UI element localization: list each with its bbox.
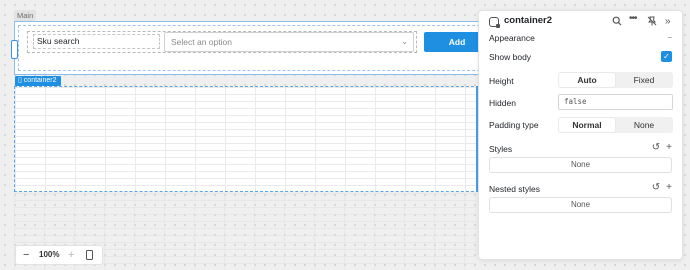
component-icon bbox=[489, 17, 500, 28]
collapse-section-icon[interactable]: − bbox=[667, 33, 672, 42]
collapse-panel-icon[interactable]: » bbox=[665, 16, 671, 27]
zoom-in-button[interactable]: + bbox=[68, 246, 74, 264]
more-icon[interactable]: ••• bbox=[629, 13, 637, 24]
add-style-icon[interactable]: + bbox=[666, 142, 672, 153]
zoom-out-button[interactable]: − bbox=[23, 246, 29, 264]
panel-body: Appearance − Show body ✓ Height Auto Fix… bbox=[479, 33, 682, 259]
hidden-label: Hidden bbox=[489, 98, 516, 108]
reset-icon[interactable]: ↺ bbox=[652, 182, 660, 193]
chevron-down-icon: ⌄ bbox=[401, 37, 408, 46]
padding-none-option[interactable]: None bbox=[616, 118, 672, 132]
resize-handle[interactable] bbox=[11, 40, 18, 59]
padding-normal-option[interactable]: Normal bbox=[559, 118, 615, 132]
height-label: Height bbox=[489, 76, 514, 86]
unpin-icon[interactable] bbox=[647, 16, 657, 29]
styles-actions: ↺ + bbox=[652, 142, 672, 153]
add-nested-style-icon[interactable]: + bbox=[666, 182, 672, 193]
height-auto-option[interactable]: Auto bbox=[559, 73, 615, 87]
main-frame-tag[interactable]: Main bbox=[14, 10, 37, 21]
container2-frame[interactable] bbox=[14, 86, 494, 192]
show-body-label: Show body bbox=[489, 52, 532, 62]
panel-header: container2 ••• » bbox=[479, 11, 682, 33]
container2-tag-label: container2 bbox=[23, 77, 57, 84]
show-body-checkbox[interactable]: ✓ bbox=[661, 51, 672, 62]
nested-styles-value[interactable]: None bbox=[489, 197, 672, 213]
padding-type-label: Padding type bbox=[489, 120, 539, 130]
hidden-field[interactable]: false bbox=[558, 94, 673, 110]
padding-type-toggle: Normal None bbox=[558, 117, 673, 133]
search-icon[interactable] bbox=[612, 16, 622, 29]
styles-title: Styles bbox=[489, 144, 513, 154]
zoom-controls: − 100% + bbox=[15, 245, 103, 265]
option-select[interactable]: Select an option ⌄ bbox=[164, 32, 414, 52]
zoom-level: 100% bbox=[39, 250, 60, 259]
reset-icon[interactable]: ↺ bbox=[652, 142, 660, 153]
inspector-panel: container2 ••• » Appearance − Show body … bbox=[478, 10, 683, 260]
container2-tag[interactable]: ▯ container2 bbox=[15, 76, 61, 86]
styles-value[interactable]: None bbox=[489, 157, 672, 173]
select-placeholder: Select an option bbox=[171, 37, 232, 47]
mobile-preview-icon[interactable] bbox=[86, 250, 93, 260]
panel-title: container2 bbox=[504, 15, 553, 26]
nested-styles-actions: ↺ + bbox=[652, 182, 672, 193]
sku-search-label[interactable]: Sku search bbox=[33, 34, 160, 49]
height-toggle: Auto Fixed bbox=[558, 72, 673, 88]
appearance-section-title[interactable]: Appearance bbox=[489, 33, 535, 43]
nested-styles-title: Nested styles bbox=[489, 184, 541, 194]
height-fixed-option[interactable]: Fixed bbox=[616, 73, 672, 87]
